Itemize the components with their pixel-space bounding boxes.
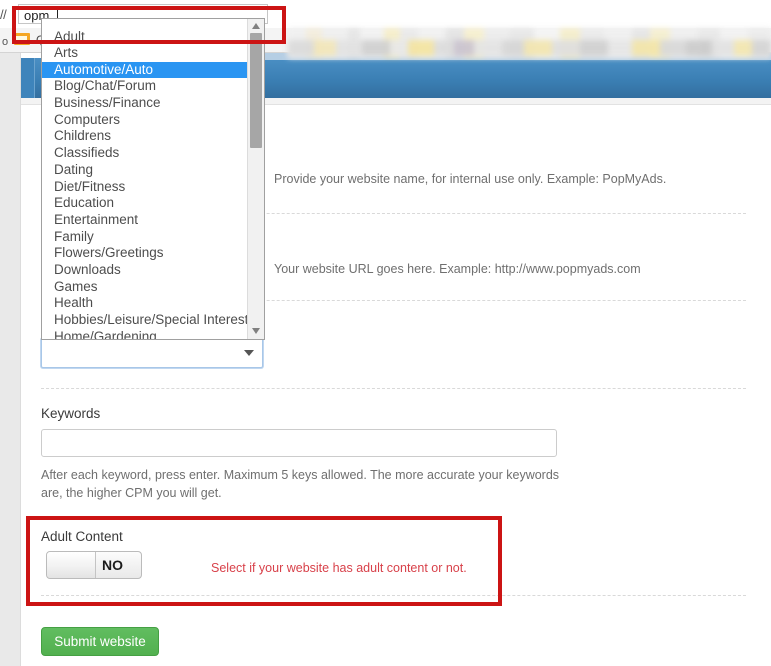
bookmark-icon[interactable] [14, 33, 30, 45]
adult-content-label: Adult Content [41, 529, 123, 544]
website-url-help: Your website URL goes here. Example: htt… [274, 262, 641, 276]
scroll-up-arrow-icon[interactable] [252, 23, 260, 29]
submit-website-button[interactable]: Submit website [41, 627, 159, 656]
dropdown-option[interactable]: Games [42, 279, 264, 296]
dropdown-option[interactable]: Automotive/Auto [42, 61, 264, 79]
dropdown-option[interactable]: Hobbies/Leisure/Special Interests [42, 312, 264, 329]
dropdown-option[interactable]: Dating [42, 162, 264, 179]
bookmark-left-label: o [2, 36, 9, 48]
dropdown-option[interactable]: Downloads [42, 262, 264, 279]
screenshot-root: W Provide your website name, for interna… [0, 0, 771, 666]
website-name-help: Provide your website name, for internal … [274, 172, 667, 186]
dropdown-option[interactable]: Family [42, 229, 264, 246]
dropdown-option[interactable]: Health [42, 295, 264, 312]
dropdown-scrollbar[interactable] [247, 19, 264, 339]
dropdown-option[interactable]: Classifieds [42, 145, 264, 162]
chevron-down-icon [244, 350, 254, 356]
category-select[interactable] [41, 338, 263, 368]
category-dropdown-items[interactable]: Adult Arts Automotive/Auto Blog/Chat/Forum B… [42, 19, 264, 339]
dropdown-option[interactable]: Childrens [42, 128, 264, 145]
dropdown-option[interactable]: Arts [42, 45, 264, 62]
dropdown-option[interactable]: Adult [42, 19, 264, 45]
adult-content-help: Select if your website has adult content… [211, 561, 467, 575]
category-dropdown-list[interactable]: Adult Arts Automotive/Auto Blog/Chat/Forum B… [41, 18, 265, 340]
dropdown-option[interactable]: Computers [42, 112, 264, 129]
separator-category-keywords [41, 388, 746, 389]
banner-left-accent [21, 58, 35, 98]
toggle-state-label: NO [102, 557, 123, 573]
dropdown-option[interactable]: Diet/Fitness [42, 179, 264, 196]
blurred-bookmarks-region-lower [288, 40, 771, 56]
adult-content-toggle[interactable]: NO [46, 551, 142, 579]
keywords-input[interactable] [41, 429, 557, 457]
dropdown-option[interactable]: Home/Gardening [42, 329, 264, 339]
separator-adult-submit [41, 595, 746, 596]
dropdown-option[interactable]: Business/Finance [42, 95, 264, 112]
keywords-help: After each keyword, press enter. Maximum… [41, 468, 560, 500]
keywords-label: Keywords [41, 406, 101, 421]
dropdown-option[interactable]: Blog/Chat/Forum [42, 78, 264, 95]
scroll-down-arrow-icon[interactable] [252, 328, 260, 334]
dropdown-option[interactable]: Entertainment [42, 212, 264, 229]
dropdown-option[interactable]: Education [42, 195, 264, 212]
url-fragment-text: // [0, 7, 7, 22]
dropdown-option[interactable]: Flowers/Greetings [42, 245, 264, 262]
scrollbar-thumb[interactable] [250, 33, 262, 148]
page-left-gutter [0, 52, 20, 666]
toggle-handle[interactable] [47, 552, 96, 578]
